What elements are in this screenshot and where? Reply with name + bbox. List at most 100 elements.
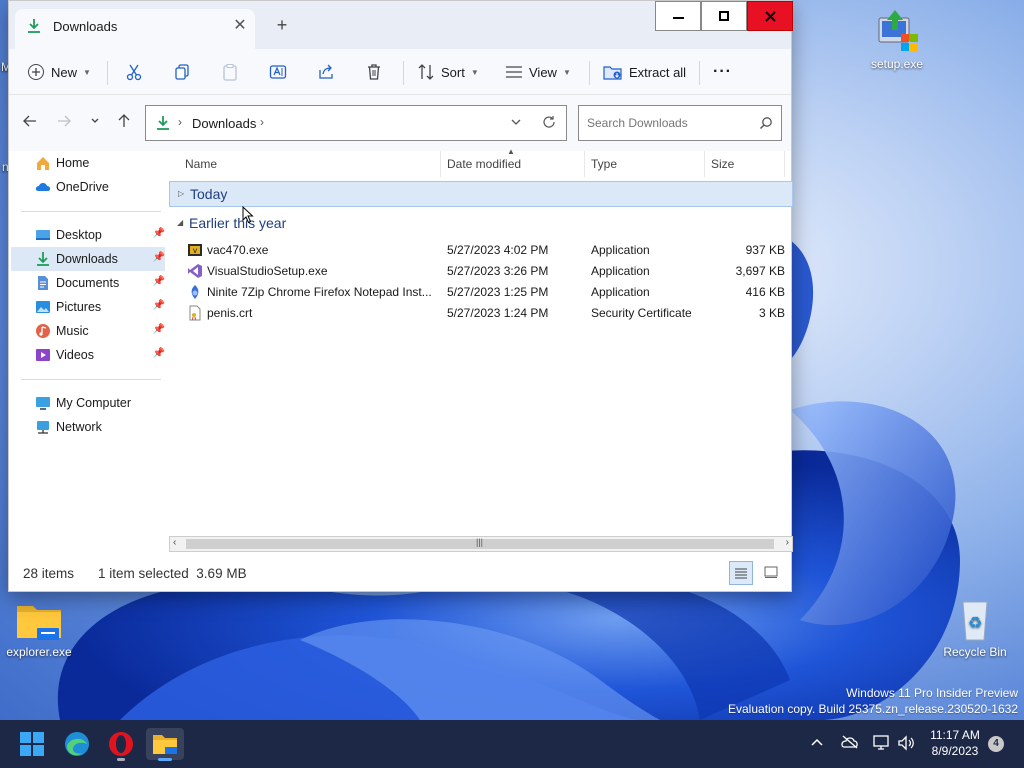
file-explorer-icon (153, 735, 177, 754)
column-header-size[interactable]: Size (705, 151, 785, 177)
up-button[interactable] (113, 113, 135, 133)
taskbar-edge-button[interactable] (61, 728, 93, 760)
desktop-icon-label: Recycle Bin (943, 645, 1007, 659)
scroll-left-icon[interactable]: ‹ (173, 537, 176, 548)
forward-button[interactable] (53, 113, 75, 133)
breadcrumb-downloads[interactable]: Downloads (192, 116, 256, 131)
share-icon (319, 64, 333, 79)
onedrive-offline-icon[interactable] (841, 735, 859, 752)
tiles-view-button[interactable] (763, 564, 783, 584)
taskbar-opera-button[interactable] (105, 728, 137, 761)
extract-folder-icon (603, 66, 622, 80)
desktop-icon-setup[interactable]: setup.exe (857, 10, 937, 71)
sidebar-item-label: Network (56, 420, 102, 434)
details-view-button[interactable] (729, 561, 753, 585)
status-bar: 28 items 1 item selected 3.69 MB (9, 561, 791, 591)
sidebar-item-network[interactable]: Network (11, 415, 165, 439)
tab-close-icon[interactable]: ✕ (229, 15, 251, 37)
file-size: 416 KB (745, 285, 785, 299)
cut-button[interactable] (125, 57, 143, 87)
download-icon (35, 251, 51, 267)
file-size: 3,697 KB (735, 264, 785, 278)
maximize-button[interactable] (701, 1, 747, 31)
back-button[interactable] (19, 113, 41, 133)
sort-button[interactable]: Sort ▼ (417, 57, 479, 87)
minimize-button[interactable] (655, 1, 701, 31)
scrollbar-thumb[interactable]: ||| (186, 537, 774, 549)
paste-button[interactable] (221, 57, 239, 87)
clipboard-icon (223, 64, 237, 81)
recent-locations-button[interactable] (84, 113, 106, 133)
share-button[interactable] (317, 57, 335, 87)
tab-title: Downloads (53, 19, 118, 34)
evaluation-watermark: Windows 11 Pro Insider Preview Evaluatio… (728, 685, 1018, 717)
table-row[interactable]: Ninite 7Zip Chrome Firefox Notepad Inst.… (169, 282, 793, 303)
navigation-pane: Home OneDrive Desktop 📌 Downloads 📌 Docu… (9, 151, 169, 551)
close-icon (764, 10, 776, 22)
sidebar-item-videos[interactable]: Videos 📌 (11, 343, 165, 367)
item-count: 28 items (23, 566, 75, 581)
new-button[interactable]: New ▼ (27, 57, 91, 87)
title-bar[interactable]: Downloads ✕ + (9, 1, 793, 49)
command-bar: New ▼ Sort ▼ View ▼ Extract all ··· (9, 49, 791, 95)
view-button[interactable]: View ▼ (505, 57, 571, 87)
breadcrumb-separator-icon[interactable]: › (260, 115, 264, 129)
download-icon (27, 18, 41, 37)
toolbar-divider (589, 61, 590, 85)
group-header-today[interactable]: ▷ Today (169, 181, 793, 207)
table-row[interactable]: VisualStudioSetup.exe 5/27/2023 3:26 PM … (169, 261, 793, 282)
rename-button[interactable] (269, 57, 287, 87)
column-header-type[interactable]: Type (585, 151, 705, 177)
notification-badge[interactable]: 4 (988, 736, 1004, 752)
sidebar-item-music[interactable]: Music 📌 (11, 319, 165, 343)
new-label: New (51, 64, 78, 80)
start-button[interactable] (16, 728, 48, 760)
sidebar-item-documents[interactable]: Documents 📌 (11, 271, 165, 295)
desktop-icon-explorer[interactable]: explorer.exe (0, 598, 79, 659)
sidebar-item-my-computer[interactable]: My Computer (11, 391, 165, 415)
group-header-earlier[interactable]: ◢ Earlier this year (169, 211, 793, 237)
sidebar-item-pictures[interactable]: Pictures 📌 (11, 295, 165, 319)
delete-button[interactable] (365, 57, 383, 87)
running-indicator (117, 758, 125, 761)
search-input[interactable] (587, 114, 755, 132)
clock-time: 11:17 AM (930, 728, 980, 742)
network-status-icon[interactable] (873, 735, 891, 754)
music-icon (35, 323, 51, 339)
show-hidden-icons-icon[interactable] (810, 735, 824, 752)
sidebar-item-desktop[interactable]: Desktop 📌 (11, 223, 165, 247)
file-name: vac470.exe (207, 243, 269, 257)
more-options-button[interactable]: ··· (713, 57, 732, 87)
sidebar-item-label: Documents (56, 276, 120, 290)
sidebar-item-home[interactable]: Home (11, 151, 165, 175)
sidebar-item-downloads[interactable]: Downloads 📌 (11, 247, 165, 271)
column-header-name[interactable]: Name (179, 151, 441, 177)
desktop-icon-recycle-bin[interactable]: ♻ Recycle Bin (935, 598, 1015, 659)
scroll-right-icon[interactable]: › (786, 537, 789, 548)
table-row[interactable]: penis.crt 5/27/2023 1:24 PM Security Cer… (169, 303, 793, 324)
table-row[interactable]: V vac470.exe 5/27/2023 4:02 PM Applicati… (169, 240, 793, 261)
toolbar-divider (403, 61, 404, 85)
scissors-icon (126, 64, 142, 81)
address-history-icon[interactable] (510, 116, 522, 131)
new-tab-button[interactable]: + (271, 15, 293, 36)
clock[interactable]: 11:17 AM 8/9/2023 (924, 728, 986, 758)
sidebar-item-label: Music (56, 324, 89, 338)
taskbar-file-explorer-button[interactable] (146, 728, 184, 761)
address-bar[interactable]: › Downloads › (145, 105, 567, 141)
refresh-icon[interactable] (542, 115, 556, 132)
sidebar-item-onedrive[interactable]: OneDrive (11, 175, 165, 199)
search-box[interactable] (578, 105, 782, 141)
column-header-type-label: Type (591, 157, 618, 171)
tab-downloads[interactable]: Downloads ✕ (15, 9, 255, 49)
arrow-left-icon (23, 115, 36, 127)
close-button[interactable] (747, 1, 793, 31)
copy-button[interactable] (173, 57, 191, 87)
extract-all-button[interactable]: Extract all (603, 57, 686, 87)
column-header-date[interactable]: ▲ Date modified (441, 147, 585, 177)
search-icon[interactable] (759, 116, 773, 133)
volume-icon[interactable] (897, 735, 915, 754)
view-label: View (529, 64, 557, 80)
horizontal-scrollbar[interactable]: ‹ ||| › (169, 536, 793, 552)
file-type: Application (591, 264, 650, 278)
